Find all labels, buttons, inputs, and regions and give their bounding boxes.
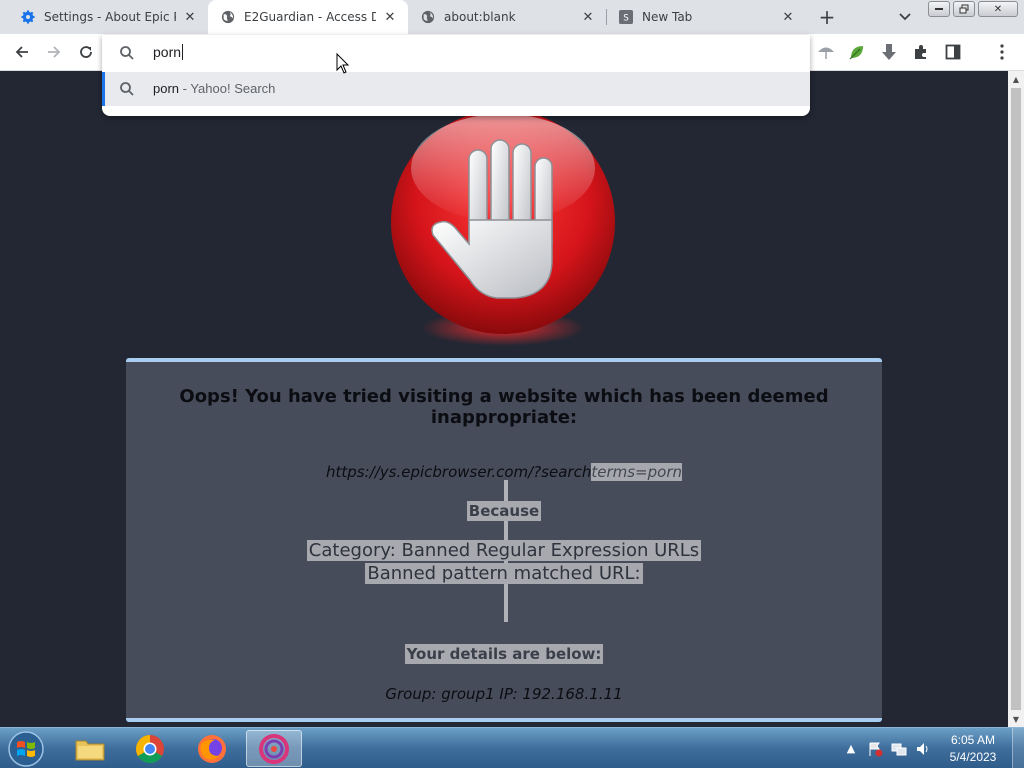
search-icon (118, 80, 136, 98)
close-icon[interactable]: ✕ (382, 9, 398, 25)
close-icon[interactable]: ✕ (780, 9, 796, 25)
globe-icon (220, 9, 236, 25)
s-icon: S (618, 9, 634, 25)
block-title: Oops! You have tried visiting a website … (179, 386, 829, 428)
url-part-1: https://ys.epicbrowser.com/?search (326, 463, 592, 481)
firefox-taskbar-icon[interactable] (184, 730, 240, 767)
forward-button[interactable] (42, 40, 66, 64)
side-panel-icon[interactable] (942, 41, 964, 63)
block-message-panel: Oops! You have tried visiting a website … (126, 358, 882, 722)
stop-hand-icon (385, 110, 621, 355)
because-text: Because (466, 501, 542, 521)
taskbar: ▲ 6:05 AM 5/4/2023 (0, 727, 1024, 768)
tab-about-blank[interactable]: about:blank ✕ (408, 0, 606, 34)
action-center-flag-icon[interactable] (866, 740, 884, 758)
details-heading-text: Your details are below: (404, 644, 604, 664)
close-icon[interactable]: ✕ (182, 9, 198, 25)
explorer-taskbar-icon[interactable] (62, 730, 118, 767)
because-label: Because (126, 501, 882, 521)
menu-icon[interactable] (991, 41, 1013, 63)
pattern-line: Banned pattern matched URL: (126, 563, 882, 584)
close-window-button[interactable]: ✕ (978, 1, 1018, 17)
omnibox-dropdown: porn porn - Yahoo! Search (102, 35, 810, 116)
new-tab-button[interactable]: + (814, 5, 840, 29)
leaf-icon[interactable] (846, 41, 868, 63)
category-line: Category: Banned Regular Expression URLs (126, 540, 882, 561)
tab-label: E2Guardian - Access Den (244, 10, 376, 24)
clock-time: 6:05 AM (950, 733, 996, 747)
clock-date: 5/4/2023 (949, 750, 997, 764)
mouse-cursor-icon (336, 53, 350, 74)
scroll-up-icon[interactable]: ▲ (1008, 71, 1024, 87)
extensions-icon[interactable] (910, 41, 932, 63)
start-button[interactable] (6, 730, 46, 768)
close-icon[interactable]: ✕ (580, 9, 596, 25)
group-ip-line: Group: group1 IP: 192.168.1.11 (385, 685, 623, 703)
restore-button[interactable] (953, 1, 975, 17)
text-caret (182, 44, 184, 60)
chevron-down-icon[interactable] (895, 7, 915, 27)
tab-label: Settings - About Epic Priv (44, 10, 176, 24)
clock[interactable]: 6:05 AM 5/4/2023 (940, 732, 1006, 766)
vertical-scrollbar[interactable]: ▲ ▼ (1008, 71, 1024, 727)
tab-label: about:blank (444, 10, 516, 24)
reload-button[interactable] (74, 40, 98, 64)
show-desktop-button[interactable] (1012, 728, 1024, 768)
volume-icon[interactable] (914, 740, 932, 758)
address-bar[interactable]: porn (102, 35, 810, 71)
tab-strip: Settings - About Epic Priv ✕ E2Guardian … (0, 0, 1024, 34)
umbrella-icon[interactable] (815, 41, 837, 63)
globe-icon (420, 9, 436, 25)
tab-label: New Tab (642, 10, 693, 24)
scroll-down-icon[interactable]: ▼ (1008, 711, 1024, 727)
system-tray: ▲ (842, 728, 938, 768)
address-input[interactable]: porn (153, 44, 184, 60)
address-input-text: porn (153, 44, 182, 60)
download-icon[interactable] (878, 41, 900, 63)
show-hidden-icons-icon[interactable]: ▲ (842, 740, 860, 758)
url-part-2: terms=porn (591, 463, 682, 481)
minimize-button[interactable] (928, 1, 950, 17)
category-text: Category: Banned Regular Expression URLs (306, 540, 702, 561)
details-heading: Your details are below: (126, 644, 882, 664)
suggestion-query: porn (153, 81, 180, 96)
gear-icon (20, 9, 36, 25)
epic-browser-taskbar-icon[interactable] (246, 730, 302, 767)
back-button[interactable] (10, 40, 34, 64)
blocked-url: https://ys.epicbrowser.com/?searchterms=… (126, 463, 882, 481)
network-icon[interactable] (890, 740, 908, 758)
svg-text:S: S (623, 14, 629, 24)
tab-new-tab[interactable]: S New Tab ✕ (606, 0, 806, 34)
search-icon (118, 44, 136, 62)
pattern-text: Banned pattern matched URL: (365, 563, 643, 584)
tab-e2guardian[interactable]: E2Guardian - Access Den ✕ (208, 0, 408, 34)
tab-settings[interactable]: Settings - About Epic Priv ✕ (8, 0, 208, 34)
scroll-thumb[interactable] (1011, 88, 1021, 710)
suggestion-item[interactable]: porn - Yahoo! Search (102, 72, 810, 106)
chrome-taskbar-icon[interactable] (122, 730, 178, 767)
suggestion-source: - Yahoo! Search (179, 81, 276, 96)
suggestion-text: porn - Yahoo! Search (153, 81, 275, 96)
